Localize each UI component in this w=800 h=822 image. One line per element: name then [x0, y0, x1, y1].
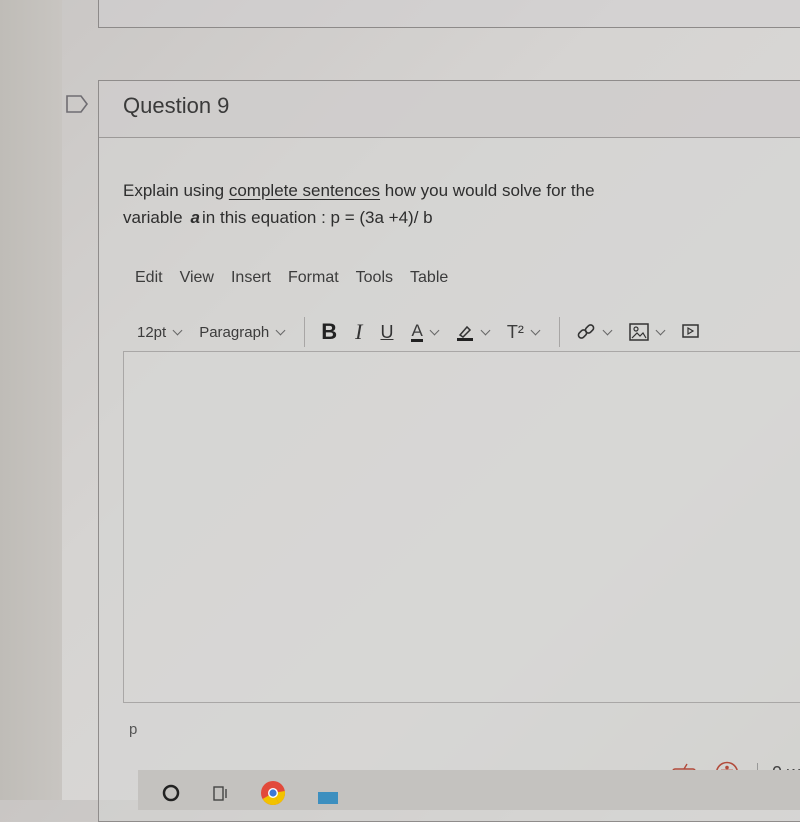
chevron-down-icon: [480, 325, 491, 335]
font-size-select[interactable]: 12pt: [137, 324, 183, 341]
superscript-button[interactable]: T²: [506, 321, 541, 343]
text-color-icon: A: [411, 320, 423, 342]
text-color-button[interactable]: A: [411, 320, 440, 342]
search-circle-icon[interactable]: [162, 784, 180, 802]
chevron-down-icon: [602, 325, 613, 335]
chevron-down-icon: [172, 325, 183, 335]
menu-tools[interactable]: Tools: [356, 269, 393, 287]
app-icon[interactable]: [318, 792, 338, 804]
italic-button[interactable]: I: [355, 319, 362, 345]
emphasized-phrase: complete sentences: [228, 181, 381, 200]
toolbar-divider: [558, 317, 560, 347]
media-icon: [682, 324, 699, 338]
toolbar-divider: [304, 317, 306, 347]
chevron-down-icon: [655, 325, 666, 335]
highlight-color-button[interactable]: [456, 323, 491, 341]
insert-image-button[interactable]: [629, 323, 666, 341]
answer-rich-text-editor[interactable]: [123, 351, 800, 703]
block-format-select[interactable]: Paragraph: [199, 324, 286, 341]
bold-button[interactable]: B: [321, 319, 337, 345]
highlighter-icon: [456, 325, 473, 341]
menu-insert[interactable]: Insert: [231, 269, 271, 287]
menu-table[interactable]: Table: [410, 269, 448, 287]
underline-button[interactable]: U: [380, 322, 393, 343]
chevron-down-icon: [275, 325, 286, 335]
menu-edit[interactable]: Edit: [135, 269, 163, 287]
editor-toolbar: 12pt Paragraph B I U A T²: [137, 315, 800, 349]
question-title: Question 9: [123, 93, 230, 118]
chevron-down-icon: [530, 325, 541, 335]
page-margin: [0, 0, 62, 800]
flag-question-icon[interactable]: [66, 95, 88, 113]
menu-view[interactable]: View: [180, 269, 214, 287]
insert-media-button[interactable]: [682, 323, 702, 341]
chevron-down-icon: [429, 325, 440, 335]
question-card: Question 9 Explain using complete senten…: [98, 80, 800, 822]
task-view-icon[interactable]: [212, 784, 230, 802]
editor-menubar: Edit View Insert Format Tools Table: [135, 269, 465, 287]
os-taskbar: [138, 770, 800, 810]
chrome-icon[interactable]: [260, 780, 286, 806]
insert-link-button[interactable]: [576, 322, 613, 342]
variable-a: a: [190, 208, 201, 227]
question-prompt: Explain using complete sentences how you…: [123, 181, 595, 227]
question-header: Question 9: [99, 81, 800, 138]
image-icon: [629, 323, 649, 341]
menu-format[interactable]: Format: [288, 269, 339, 287]
link-icon: [577, 324, 595, 339]
previous-question-card: [98, 0, 800, 28]
element-path: p: [129, 721, 138, 738]
superscript-icon: T²: [506, 321, 524, 342]
